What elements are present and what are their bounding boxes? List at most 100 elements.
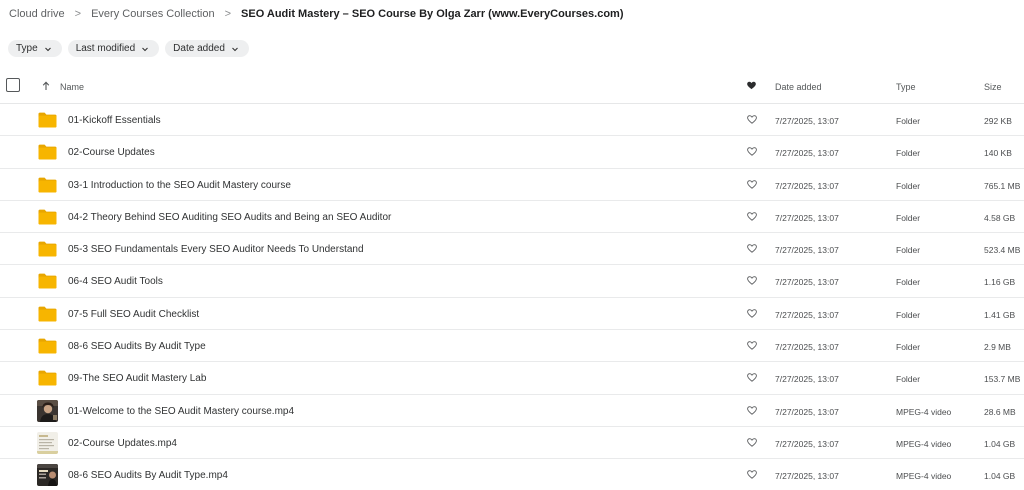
item-type: Folder	[896, 374, 921, 385]
folder-icon	[38, 306, 57, 322]
item-size: 28.6 MB	[984, 406, 1016, 417]
select-all-checkbox[interactable]	[6, 78, 20, 92]
heart-outline-icon[interactable]	[747, 341, 757, 350]
folder-icon	[38, 241, 57, 257]
breadcrumb-current-folder: SEO Audit Mastery – SEO Course By Olga Z…	[241, 8, 624, 20]
item-type: Folder	[896, 342, 921, 353]
file-row[interactable]: 08-6 SEO Audits By Audit Type.mp4 7/27/20…	[0, 459, 1024, 490]
item-size: 1.16 GB	[984, 277, 1016, 288]
folder-icon	[38, 370, 57, 386]
heart-outline-icon[interactable]	[747, 309, 757, 318]
heart-outline-icon[interactable]	[747, 373, 757, 383]
heart-outline-icon[interactable]	[747, 470, 757, 480]
folder-icon	[38, 338, 57, 354]
heart-outline-icon[interactable]	[747, 179, 757, 189]
item-type: Folder	[896, 116, 921, 126]
item-type: Folder	[896, 180, 921, 191]
filter-type-button[interactable]: Type	[8, 40, 62, 57]
item-name: 07-5 Full SEO Audit Checklist	[68, 308, 200, 320]
file-row[interactable]: 01-Welcome to the SEO Audit Mastery cour…	[0, 395, 1024, 427]
item-name: 04-2 Theory Behind SEO Auditing SEO Audi…	[68, 211, 392, 223]
item-name: 09-The SEO Audit Mastery Lab	[68, 373, 207, 385]
item-type: MPEG-4 video	[896, 438, 952, 449]
item-size: 1.04 GB	[984, 471, 1016, 482]
heart-outline-icon[interactable]	[747, 276, 757, 286]
folder-row[interactable]: 05-3 SEO Fundamentals Every SEO Auditor …	[0, 233, 1024, 266]
heart-filled-icon[interactable]	[747, 81, 756, 90]
item-type: Folder	[896, 212, 921, 223]
filter-last-modified-label: Last modified	[75, 43, 136, 54]
item-size: 2.9 MB	[984, 342, 1011, 353]
breadcrumb: Cloud drive > Every Courses Collection >…	[9, 7, 623, 21]
item-date-added: 7/27/2025, 13:07	[775, 471, 839, 482]
filter-date-added-label: Date added	[173, 43, 225, 54]
item-date-added: 7/27/2025, 13:07	[775, 374, 839, 385]
item-date-added: 7/27/2025, 13:07	[775, 342, 839, 353]
folder-icon	[38, 177, 57, 193]
column-header-type[interactable]: Type	[896, 82, 916, 92]
item-name: 03-1 Introduction to the SEO Audit Maste…	[68, 179, 291, 191]
column-header-size[interactable]: Size	[984, 82, 1002, 92]
item-name: 06-4 SEO Audit Tools	[68, 276, 163, 288]
folder-row[interactable]: 08-6 SEO Audits By Audit Type 7/27/2025, …	[0, 330, 1024, 363]
folder-row[interactable]: 03-1 Introduction to the SEO Audit Maste…	[0, 169, 1024, 201]
heart-outline-icon[interactable]	[747, 212, 757, 221]
item-name: 01-Welcome to the SEO Audit Mastery cour…	[68, 405, 295, 417]
arrow-up-icon[interactable]	[42, 81, 50, 91]
chevron-down-icon	[44, 45, 52, 53]
folder-icon	[38, 144, 57, 160]
filter-date-added-button[interactable]: Date added	[165, 40, 249, 57]
heart-outline-icon[interactable]	[747, 147, 757, 157]
heart-outline-icon[interactable]	[747, 244, 757, 253]
folder-row[interactable]: 04-2 Theory Behind SEO Auditing SEO Audi…	[0, 201, 1024, 234]
file-table: Name Date added Type Size 01-Kickoff Ess…	[0, 72, 1024, 490]
breadcrumb-collection[interactable]: Every Courses Collection	[91, 8, 215, 20]
folder-icon	[38, 112, 57, 128]
folder-icon	[38, 273, 57, 289]
item-name: 02-Course Updates	[68, 147, 155, 159]
item-type: Folder	[896, 309, 921, 320]
item-date-added: 7/27/2025, 13:07	[775, 212, 839, 223]
item-type: Folder	[896, 277, 921, 288]
heart-outline-icon[interactable]	[747, 438, 757, 447]
item-date-added: 7/27/2025, 13:07	[775, 277, 839, 288]
chevron-down-icon	[141, 45, 149, 53]
folder-icon	[38, 209, 57, 225]
filter-last-modified-button[interactable]: Last modified	[67, 40, 160, 57]
item-size: 765.1 MB	[984, 180, 1021, 191]
column-header-date-added[interactable]: Date added	[775, 82, 822, 92]
item-name: 08-6 SEO Audits By Audit Type	[68, 341, 206, 353]
video-thumbnail	[37, 399, 58, 422]
filter-bar: Type Last modified Date added	[8, 40, 249, 57]
filter-type-label: Type	[16, 43, 38, 54]
item-size: 292 KB	[984, 116, 1012, 126]
folder-row[interactable]: 01-Kickoff Essentials 7/27/2025, 13:07 Fol…	[0, 104, 1024, 137]
item-name: 02-Course Updates.mp4	[68, 437, 177, 449]
folder-row[interactable]: 09-The SEO Audit Mastery Lab 7/27/2025, 1…	[0, 362, 1024, 395]
item-date-added: 7/27/2025, 13:07	[775, 245, 839, 256]
item-size: 1.04 GB	[984, 438, 1016, 449]
heart-outline-icon[interactable]	[747, 115, 757, 124]
item-type: Folder	[896, 148, 921, 159]
column-header-name[interactable]: Name	[60, 82, 84, 92]
breadcrumb-separator: >	[224, 8, 232, 20]
folder-row[interactable]: 07-5 Full SEO Audit Checklist 7/27/2025, …	[0, 298, 1024, 331]
breadcrumb-separator: >	[74, 8, 82, 20]
item-name: 05-3 SEO Fundamentals Every SEO Auditor …	[68, 244, 364, 256]
item-name: 01-Kickoff Essentials	[68, 115, 161, 126]
item-date-added: 7/27/2025, 13:07	[775, 116, 839, 126]
item-date-added: 7/27/2025, 13:07	[775, 406, 839, 417]
folder-row[interactable]: 06-4 SEO Audit Tools 7/27/2025, 13:07 Fold…	[0, 265, 1024, 298]
table-header: Name Date added Type Size	[0, 72, 1024, 104]
item-size: 1.41 GB	[984, 309, 1016, 320]
item-date-added: 7/27/2025, 13:07	[775, 438, 839, 449]
item-size: 140 KB	[984, 148, 1012, 159]
item-size: 4.58 GB	[984, 212, 1016, 223]
file-row[interactable]: 02-Course Updates.mp4 7/27/2025, 13:07 MPE…	[0, 427, 1024, 460]
item-type: Folder	[896, 245, 921, 256]
heart-outline-icon[interactable]	[747, 405, 757, 415]
video-thumbnail	[37, 431, 58, 454]
breadcrumb-cloud-drive[interactable]: Cloud drive	[9, 8, 65, 20]
item-type: MPEG-4 video	[896, 471, 952, 482]
folder-row[interactable]: 02-Course Updates 7/27/2025, 13:07 Folder 1…	[0, 136, 1024, 169]
